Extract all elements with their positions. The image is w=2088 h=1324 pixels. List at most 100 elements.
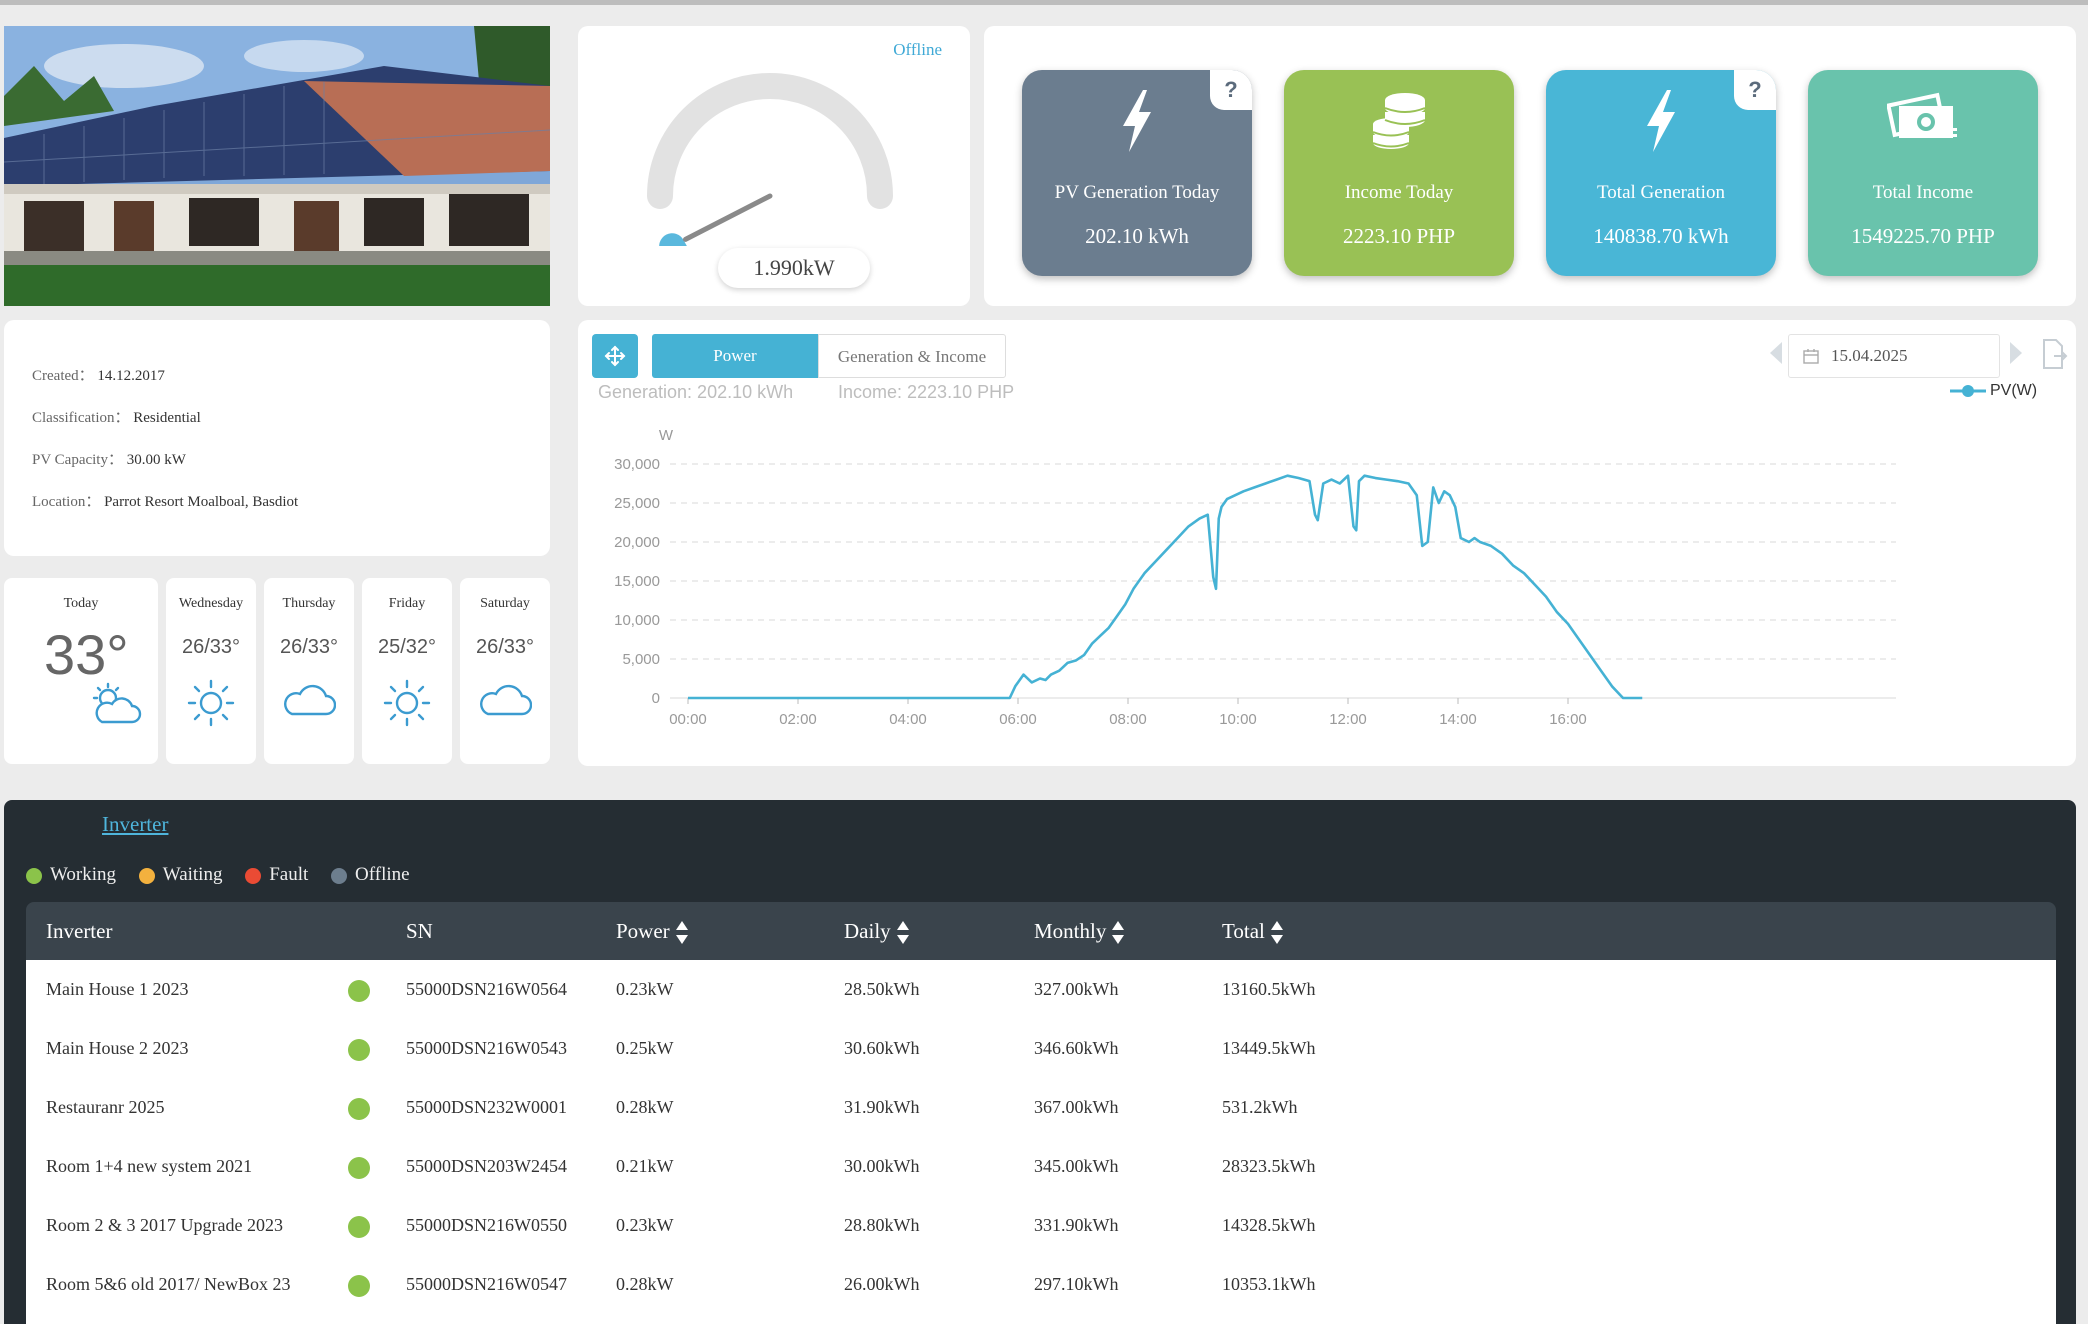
info-capacity-value: 30.00 kW [126, 452, 186, 468]
cell-total: 28323.5kWh [1222, 1156, 1316, 1176]
info-created-value: 14.12.2017 [97, 368, 165, 384]
x-tick-label: 06:00 [999, 711, 1037, 728]
stat-total-income: Total Income 1549225.70 PHP [1808, 70, 2038, 276]
info-pv-capacity: PV Capacity： 30.00 kW [32, 448, 186, 469]
col-monthly[interactable]: Monthly [1034, 902, 1125, 960]
x-tick-label: 10:00 [1219, 711, 1257, 728]
weather-day-4: Saturday 26/33° [460, 578, 550, 764]
export-icon[interactable] [2040, 338, 2068, 370]
stat-label: Total Generation [1597, 182, 1725, 203]
status-dot-icon [26, 867, 42, 884]
col-daily[interactable]: Daily [844, 902, 909, 960]
cell-inverter-name[interactable]: Restauranr 2025 [46, 1078, 164, 1137]
legend-marker [1950, 384, 1986, 397]
tab-generation-income[interactable]: Generation & Income [818, 334, 1006, 378]
money-icon [1808, 90, 2038, 160]
col-sn: SN [406, 919, 433, 943]
info-created: Created： 14.12.2017 [32, 364, 165, 385]
coins-icon [1284, 90, 1514, 160]
table-row[interactable]: Restauranr 2025 55000DSN232W0001 0.28kW … [26, 1078, 2056, 1137]
status-dot-icon [348, 980, 370, 1002]
stat-label: Income Today [1344, 182, 1454, 203]
weather-temp: 26/33° [279, 636, 339, 658]
table-row[interactable]: Room 5&6 old 2017/ NewBox 23 55000DSN216… [26, 1255, 2056, 1314]
x-tick-label: 08:00 [1109, 711, 1147, 728]
legend-label: PV(W) [1990, 382, 2038, 399]
sun-icon [362, 678, 452, 728]
cell-sn: 55000DSN216W0564 [406, 979, 567, 999]
sort-icon [896, 921, 909, 945]
cell-inverter-name[interactable]: Room 2 & 3 2017 Upgrade 2023 [46, 1196, 283, 1255]
status-dot-icon [138, 867, 155, 884]
cell-sn: 55000DSN232W0001 [406, 1097, 567, 1117]
legend-offline[interactable]: Offline [331, 864, 410, 886]
power-line-chart: 0 5,000 10,000 15,000 20,000 25,000 30,000 W 00:… [614, 427, 1896, 728]
cell-power: 0.23kW [616, 1215, 674, 1235]
stat-value: 1549225.70 PHP [1851, 224, 1995, 248]
status-dot-icon [348, 1157, 370, 1179]
weather-temp: 26/33° [475, 636, 535, 658]
y-tick-label: 15,000 [614, 573, 660, 590]
cell-daily: 30.60kWh [844, 1038, 920, 1058]
cell-monthly: 297.10kWh [1034, 1274, 1119, 1294]
chart-legend[interactable]: PV(W) [1950, 382, 2037, 400]
legend-working[interactable]: Working [26, 864, 116, 886]
partly-cloudy-icon [92, 682, 142, 724]
y-tick-label: 25,000 [614, 495, 660, 512]
status-dot-icon [348, 1216, 370, 1238]
cell-sn: 55000DSN216W0543 [406, 1038, 567, 1058]
table-row[interactable]: Room 2 & 3 2017 Upgrade 2023 55000DSN216… [26, 1196, 2056, 1255]
legend-waiting[interactable]: Waiting [138, 864, 222, 886]
inverter-tab[interactable]: Inverter [102, 812, 168, 837]
cell-inverter-name[interactable]: Main House 2 2023 [46, 1019, 189, 1078]
cell-inverter-name[interactable]: Room 1+4 new system 2021 [46, 1137, 252, 1196]
x-tick-label: 02:00 [779, 711, 817, 728]
help-button[interactable]: ? [1210, 70, 1252, 110]
next-date-icon[interactable] [2010, 342, 2022, 364]
table-row[interactable]: Main House 2 2023 55000DSN216W0543 0.25k… [26, 1019, 2056, 1078]
info-classification: Classification： Residential [32, 406, 201, 427]
col-power[interactable]: Power [616, 902, 688, 960]
y-tick-label: 5,000 [622, 651, 660, 668]
help-button[interactable]: ? [1734, 70, 1776, 110]
table-row[interactable]: Room 1+4 new system 2021 55000DSN203W245… [26, 1137, 2056, 1196]
cell-daily: 26.00kWh [844, 1274, 920, 1294]
series-line-pv [688, 474, 1643, 700]
col-daily-label: Daily [844, 919, 891, 943]
stat-label: PV Generation Today [1054, 182, 1220, 203]
status-dot-icon [348, 1098, 370, 1120]
x-tick-label: 12:00 [1329, 711, 1367, 728]
y-tick-label: 10,000 [614, 612, 660, 629]
sort-icon [675, 921, 688, 945]
stat-label: Total Income [1872, 182, 1974, 203]
col-monthly-label: Monthly [1034, 919, 1107, 943]
stat-total-generation: Total Generation 140838.70 kWh ? [1546, 70, 1776, 276]
status-dot-icon [348, 1039, 370, 1061]
cell-monthly: 327.00kWh [1034, 979, 1119, 999]
tab-power[interactable]: Power [652, 334, 818, 378]
gauge-needle [682, 193, 773, 242]
cell-daily: 28.50kWh [844, 979, 920, 999]
cell-monthly: 331.90kWh [1034, 1215, 1119, 1235]
cell-monthly: 346.60kWh [1034, 1038, 1119, 1058]
cell-inverter-name[interactable]: Room 5&6 old 2017/ NewBox 23 [46, 1255, 291, 1314]
calendar-icon [1803, 349, 1819, 364]
weather-temp: 26/33° [181, 636, 241, 658]
prev-date-icon[interactable] [1770, 342, 1782, 364]
cell-power: 0.25kW [616, 1038, 674, 1058]
inverter-table-body: Main House 1 2023 55000DSN216W0564 0.23k… [26, 960, 2056, 1324]
move-button[interactable] [592, 334, 638, 378]
cell-sn: 55000DSN216W0547 [406, 1274, 567, 1294]
inverter-panel: Inverter Working Waiting Fault Offline I… [4, 800, 2076, 1324]
table-row[interactable]: Main House 1 2023 55000DSN216W0564 0.23k… [26, 960, 2056, 1019]
inverter-table-header: Inverter SN Power Daily Monthly Total [26, 902, 2056, 960]
date-picker[interactable]: 15.04.2025 [1788, 334, 2000, 378]
y-axis-label: W [659, 427, 674, 444]
cell-inverter-name[interactable]: Main House 1 2023 [46, 960, 189, 1019]
sort-icon [1112, 921, 1125, 945]
legend-fault[interactable]: Fault [245, 864, 308, 886]
legend-label: Offline [355, 864, 410, 885]
col-total[interactable]: Total [1222, 902, 1283, 960]
cell-total: 14328.5kWh [1222, 1215, 1316, 1235]
stat-income-today: Income Today 2223.10 PHP [1284, 70, 1514, 276]
